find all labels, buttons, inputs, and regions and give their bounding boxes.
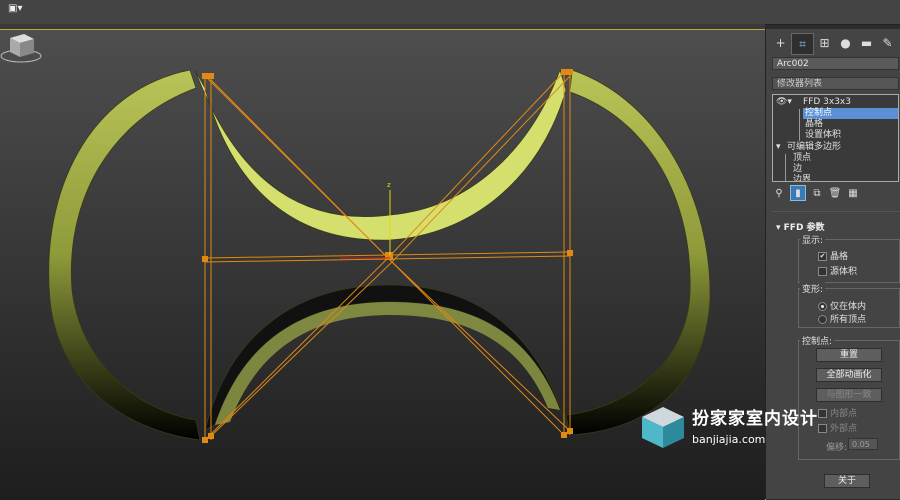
z-axis-label: z (387, 181, 391, 189)
deform-label: 变形: (800, 282, 826, 295)
pin-stack-icon[interactable]: ⚲ (772, 186, 786, 200)
control-points-label: 控制点: (800, 334, 835, 347)
ffd-control-points (202, 69, 573, 443)
command-panel-tabs: + ⌗ ⊞ ● ▬ ✎ (770, 33, 898, 55)
source-volume-checkbox[interactable]: 源体积 (818, 264, 857, 277)
watermark: 扮家家室内设计 banjiajia.com (640, 403, 880, 453)
stack-item-editable-poly[interactable]: 可编辑多边形 (787, 142, 841, 153)
left-outer-arc (48, 69, 201, 441)
all-vertices-radio[interactable]: 所有顶点 (818, 312, 866, 325)
watermark-url: banjiajia.com (692, 433, 766, 446)
ffd-params-rollout-title[interactable]: ▾ FFD 参数 (776, 220, 825, 233)
stack-expand-icon[interactable]: ▾ (776, 142, 781, 153)
watermark-title: 扮家家室内设计 (692, 409, 818, 429)
show-end-result-icon[interactable]: ▮ (790, 185, 806, 201)
top-toolbar: ▣▾ (0, 0, 900, 25)
stack-item-lattice[interactable]: 晶格 (805, 119, 823, 130)
create-plus-icon[interactable]: + (770, 33, 791, 53)
stack-item-border[interactable]: 边界 (793, 175, 811, 181)
configure-sets-icon[interactable]: ▦ (846, 186, 860, 200)
top-band (194, 68, 567, 241)
make-unique-icon[interactable]: ⧉ (810, 186, 824, 200)
right-outer-arc (565, 69, 711, 436)
stack-item-ffd[interactable]: FFD 3x3x3 (803, 97, 851, 108)
utilities-icon[interactable]: ✎ (877, 33, 898, 53)
hierarchy-icon[interactable]: ⊞ (814, 33, 835, 53)
panel-divider (772, 211, 899, 212)
conform-to-shape-button[interactable]: 与图形一致 (816, 388, 882, 402)
modify-icon[interactable]: ⌗ (791, 33, 814, 55)
display-label: 显示: (800, 233, 826, 246)
stack-item-set-volume[interactable]: 设置体积 (805, 130, 841, 141)
modifier-list-dropdown[interactable]: 修改器列表 (772, 77, 899, 90)
about-button[interactable]: 关于 (824, 474, 870, 488)
display-icon[interactable]: ▬ (856, 33, 877, 53)
object-name-field[interactable]: Arc002 (772, 57, 899, 70)
lattice-checkbox[interactable]: ✔ 晶格 (818, 249, 848, 262)
bottom-band-light (215, 302, 560, 425)
motion-icon[interactable]: ● (835, 33, 856, 53)
modifier-stack[interactable]: 👁▾ FFD 3x3x3 控制点 晶格 设置体积 ▾ 可编辑多边形 顶点 边 边… (772, 94, 899, 182)
viewcube-icon[interactable] (0, 30, 42, 64)
remove-modifier-icon[interactable]: 🗑 (828, 186, 842, 200)
animate-all-button[interactable]: 全部动画化 (816, 368, 882, 382)
stack-item-control-points[interactable]: 控制点 (803, 108, 898, 119)
stack-item-edge[interactable]: 边 (793, 164, 802, 175)
only-in-volume-radio[interactable]: 仅在体内 (818, 299, 866, 312)
stack-toolbar: ⚲ ▮ ⧉ 🗑 ▦ (772, 185, 899, 201)
eye-icon[interactable]: 👁▾ (776, 97, 792, 108)
reset-button[interactable]: 重置 (816, 348, 882, 362)
stack-item-vertex[interactable]: 顶点 (793, 153, 811, 164)
cube-logo-icon (642, 407, 684, 448)
max-logo-icon[interactable]: ▣▾ (8, 2, 26, 16)
